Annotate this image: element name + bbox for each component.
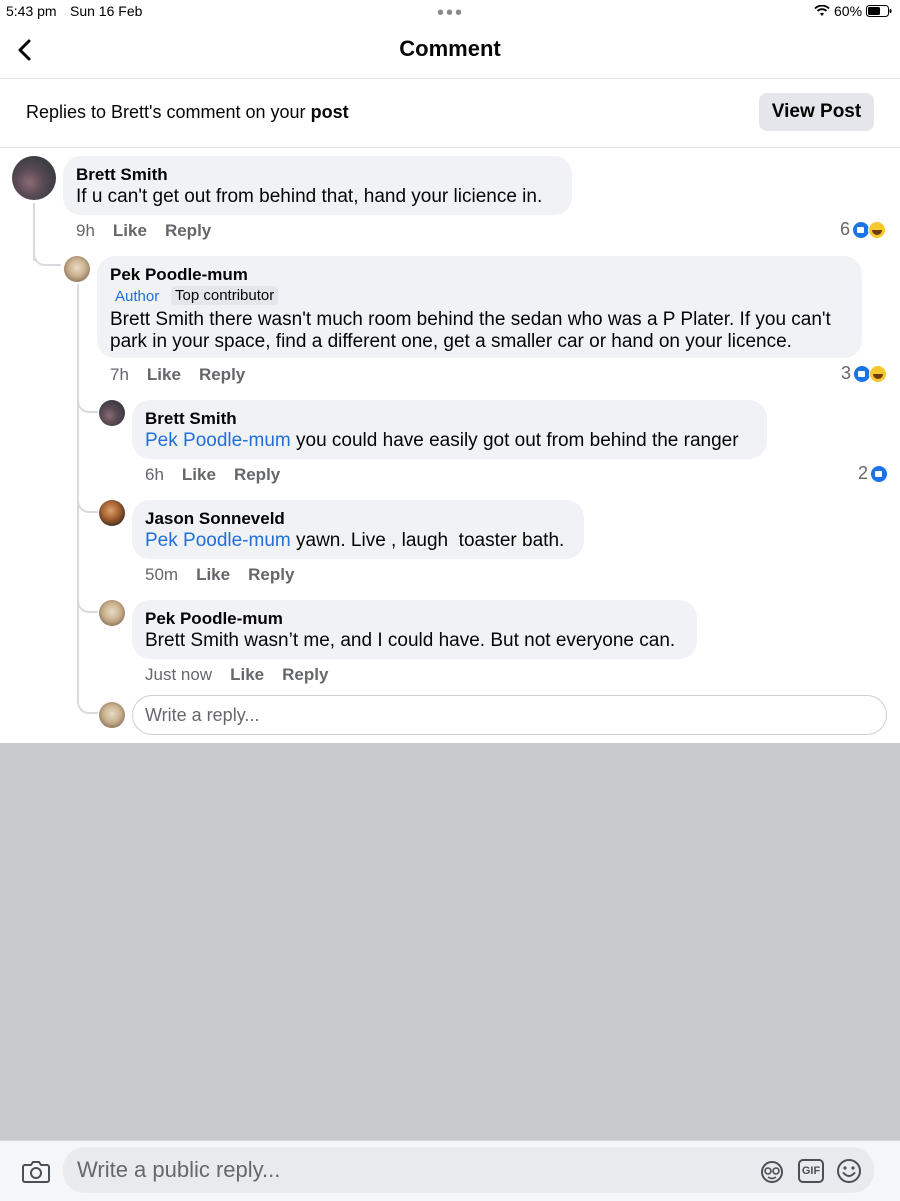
comment-actions: 9h Like Reply <box>76 221 229 241</box>
multitasking-dots-icon[interactable]: ••• <box>437 3 464 23</box>
battery-percent: 60% <box>834 3 863 19</box>
avatar[interactable] <box>99 600 125 626</box>
public-reply-input[interactable]: Write a public reply... <box>63 1147 874 1193</box>
comment-actions: Just now Like Reply <box>145 665 346 685</box>
comment-actions: 50m Like Reply <box>145 565 312 585</box>
comment-time[interactable]: Just now <box>145 665 212 684</box>
reply-button[interactable]: Reply <box>199 365 245 384</box>
like-reaction-icon <box>870 464 889 483</box>
comment-text: Pek Poodle-mum you could have easily got… <box>145 429 739 452</box>
comment-time[interactable]: 9h <box>76 221 95 240</box>
comment-time[interactable]: 6h <box>145 465 164 484</box>
like-button[interactable]: Like <box>113 221 147 240</box>
mention-link[interactable]: Pek Poodle-mum <box>145 430 291 451</box>
reaction-count[interactable]: 6 <box>840 219 887 240</box>
reply-context-post: post <box>310 102 349 122</box>
reaction-count[interactable]: 2 <box>858 463 889 484</box>
comment-text: If u can't get out from behind that, han… <box>76 186 543 207</box>
emoji-button[interactable] <box>835 1158 863 1184</box>
context-divider <box>0 147 900 148</box>
thread-line <box>77 284 79 696</box>
avatar[interactable] <box>64 256 90 282</box>
comment-text: Pek Poodle-mum yawn. Live , laugh toaste… <box>145 529 564 552</box>
reply-context-text: Replies to Brett's comment on your <box>26 102 306 122</box>
reaction-number: 6 <box>840 219 851 239</box>
reply-button[interactable]: Reply <box>165 221 211 240</box>
comment-author[interactable]: Brett Smith <box>76 165 168 185</box>
comment-actions: 6h Like Reply <box>145 465 298 485</box>
reply-button[interactable]: Reply <box>282 665 328 684</box>
comment-author[interactable]: Pek Poodle-mum <box>110 265 248 285</box>
avatar[interactable] <box>99 500 125 526</box>
view-post-button[interactable]: View Post <box>759 93 874 131</box>
haha-reaction-icon <box>869 364 888 383</box>
emoji-icon <box>837 1159 861 1183</box>
reply-button[interactable]: Reply <box>248 565 294 584</box>
author-badge: Author <box>115 288 160 305</box>
comment-actions: 7h Like Reply <box>110 365 263 385</box>
comment-text-body: yawn. Live , laugh toaster bath. <box>290 530 565 551</box>
avatar-sticker-icon <box>761 1161 783 1183</box>
page-title: Comment <box>399 36 501 61</box>
comment-text-body: you could have easily got out from behin… <box>290 430 739 451</box>
comment-text-line: Brett Smith there wasn't much room behin… <box>110 309 831 330</box>
reaction-count[interactable]: 3 <box>841 363 888 384</box>
camera-icon <box>22 1161 50 1183</box>
avatar[interactable] <box>12 156 56 200</box>
reaction-number: 2 <box>858 463 869 483</box>
like-button[interactable]: Like <box>230 665 264 684</box>
reaction-number: 3 <box>841 363 852 383</box>
haha-reaction-icon <box>868 220 887 239</box>
comment-author[interactable]: Pek Poodle-mum <box>145 609 283 629</box>
comment-time[interactable]: 7h <box>110 365 129 384</box>
reply-button[interactable]: Reply <box>234 465 280 484</box>
avatar-sticker-button[interactable] <box>758 1158 786 1184</box>
reply-context: Replies to Brett's comment on your post <box>26 102 349 123</box>
avatar[interactable] <box>99 400 125 426</box>
battery-icon <box>866 4 892 17</box>
like-button[interactable]: Like <box>196 565 230 584</box>
gif-button[interactable]: GIF <box>797 1158 825 1184</box>
avatar <box>99 702 125 728</box>
status-date: Sun 16 Feb <box>70 3 143 19</box>
mention-link[interactable]: Pek Poodle-mum <box>145 530 291 551</box>
gif-icon: GIF <box>798 1159 824 1183</box>
comment-author[interactable]: Jason Sonneveld <box>145 509 285 529</box>
like-button[interactable]: Like <box>182 465 216 484</box>
comment-text: Brett Smith wasn’t me, and I could have.… <box>145 630 676 651</box>
reply-input[interactable]: Write a reply... <box>132 695 887 735</box>
thread-connector <box>33 248 61 266</box>
header-divider <box>0 78 900 79</box>
camera-button[interactable] <box>20 1157 52 1185</box>
comment-time[interactable]: 50m <box>145 565 178 584</box>
comment-text-line: park in your space, find a different one… <box>110 331 792 352</box>
like-button[interactable]: Like <box>147 365 181 384</box>
status-time: 5:43 pm <box>6 3 57 19</box>
comment-author[interactable]: Brett Smith <box>145 409 237 429</box>
top-contributor-badge: Top contributor <box>171 286 279 305</box>
wifi-icon <box>814 4 830 16</box>
